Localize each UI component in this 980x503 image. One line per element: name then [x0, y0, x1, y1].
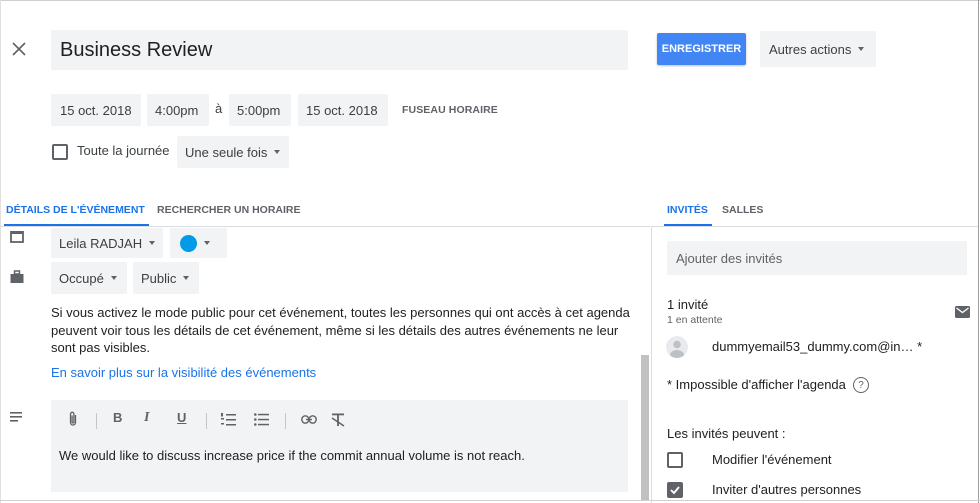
add-guests-input[interactable]: Ajouter des invités — [667, 241, 967, 275]
end-date-field[interactable]: 15 oct. 2018 — [298, 94, 388, 126]
details-scrollbar[interactable] — [641, 355, 649, 500]
tab-find-time[interactable]: RECHERCHER UN HORAIRE — [157, 204, 301, 216]
chevron-down-icon — [149, 241, 156, 245]
start-date-text: 15 oct. 2018 — [60, 102, 132, 118]
window-right-border — [978, 0, 979, 503]
event-title-text: Business Review — [60, 39, 213, 61]
toolbar-separator — [285, 413, 286, 429]
description-icon — [10, 412, 22, 422]
person-icon — [670, 340, 684, 358]
chevron-down-icon — [204, 241, 210, 245]
visibility-help-link[interactable]: En savoir plus sur la visibilité des évé… — [51, 365, 316, 380]
left-tabs-divider — [0, 226, 650, 227]
description-editor[interactable]: B I U We would like to discuss increase … — [51, 400, 628, 492]
email-guests-icon[interactable] — [955, 306, 970, 318]
visibility-info-text: Si vous activez le mode public pour cet … — [51, 305, 630, 355]
bold-icon[interactable]: B — [113, 410, 122, 425]
calendar-owner-text: Leila RADJAH — [59, 235, 143, 251]
time-separator: à — [215, 101, 223, 116]
window-top-border — [0, 0, 980, 1]
color-swatch — [180, 234, 197, 252]
cannot-show-calendar-note: * Impossible d'afficher l'agenda — [667, 377, 846, 392]
availability-dropdown[interactable]: Occupé — [51, 262, 127, 294]
numbered-list-icon[interactable] — [221, 413, 236, 427]
invite-others-label: Inviter d'autres personnes — [712, 482, 862, 497]
guest-email[interactable]: dummyemail53_dummy.com@in… * — [712, 339, 922, 354]
guest-count: 1 invité — [667, 297, 709, 312]
guest-permissions-title: Les invités peuvent : — [667, 426, 786, 441]
end-date-text: 15 oct. 2018 — [306, 102, 378, 118]
bulleted-list-icon[interactable] — [254, 413, 269, 426]
checkmark-icon — [670, 486, 680, 495]
end-time-field[interactable]: 5:00pm — [229, 94, 291, 126]
toolbar-separator — [206, 413, 207, 429]
start-time-text: 4:00pm — [155, 102, 199, 118]
tab-rooms[interactable]: SALLES — [722, 204, 763, 216]
window-bottom-border — [0, 500, 980, 501]
availability-text: Occupé — [59, 270, 104, 286]
modify-event-label: Modifier l'événement — [712, 452, 832, 467]
save-button[interactable]: ENREGISTRER — [657, 33, 746, 65]
start-date-field[interactable]: 15 oct. 2018 — [51, 94, 141, 126]
timezone-button[interactable]: FUSEAU HORAIRE — [402, 104, 498, 116]
visibility-dropdown[interactable]: Public — [133, 262, 199, 294]
event-title-field[interactable]: Business Review — [51, 30, 628, 70]
chevron-down-icon — [858, 47, 865, 51]
clear-formatting-icon[interactable] — [331, 413, 345, 427]
toolbar-separator — [96, 413, 97, 429]
chevron-down-icon — [183, 276, 190, 280]
invite-others-checkbox[interactable] — [667, 482, 683, 498]
attachment-icon[interactable] — [68, 411, 78, 427]
chevron-down-icon — [274, 150, 281, 154]
help-icon[interactable]: ? — [853, 377, 869, 393]
underline-icon[interactable]: U — [177, 410, 186, 425]
avatar — [666, 336, 688, 358]
all-day-checkbox[interactable] — [52, 144, 68, 160]
window-left-border — [0, 0, 1, 503]
right-tabs-divider — [652, 226, 978, 227]
all-day-label: Toute la journée — [77, 143, 170, 158]
more-actions-label: Autres actions — [769, 41, 852, 57]
italic-icon[interactable]: I — [144, 410, 149, 426]
guest-pending-count: 1 en attente — [667, 314, 723, 326]
tab-event-details[interactable]: DÉTAILS DE L'ÉVÉNEMENT — [6, 204, 145, 216]
tab-guests[interactable]: INVITÉS — [667, 204, 708, 216]
link-icon[interactable] — [301, 415, 317, 424]
calendar-owner-dropdown[interactable]: Leila RADJAH — [51, 228, 163, 258]
panel-divider — [651, 226, 652, 503]
repeat-dropdown[interactable]: Une seule fois — [177, 136, 289, 168]
calendar-icon — [10, 231, 24, 243]
briefcase-icon — [10, 270, 24, 283]
visibility-text: Public — [141, 270, 177, 286]
event-color-dropdown[interactable] — [170, 228, 227, 258]
more-actions-dropdown[interactable]: Autres actions — [760, 31, 876, 67]
repeat-value: Une seule fois — [185, 144, 268, 160]
description-text: We would like to discuss increase price … — [59, 448, 525, 463]
chevron-down-icon — [110, 276, 117, 280]
modify-event-checkbox[interactable] — [667, 452, 683, 468]
end-time-text: 5:00pm — [237, 102, 281, 118]
close-icon[interactable] — [8, 38, 30, 60]
start-time-field[interactable]: 4:00pm — [147, 94, 209, 126]
